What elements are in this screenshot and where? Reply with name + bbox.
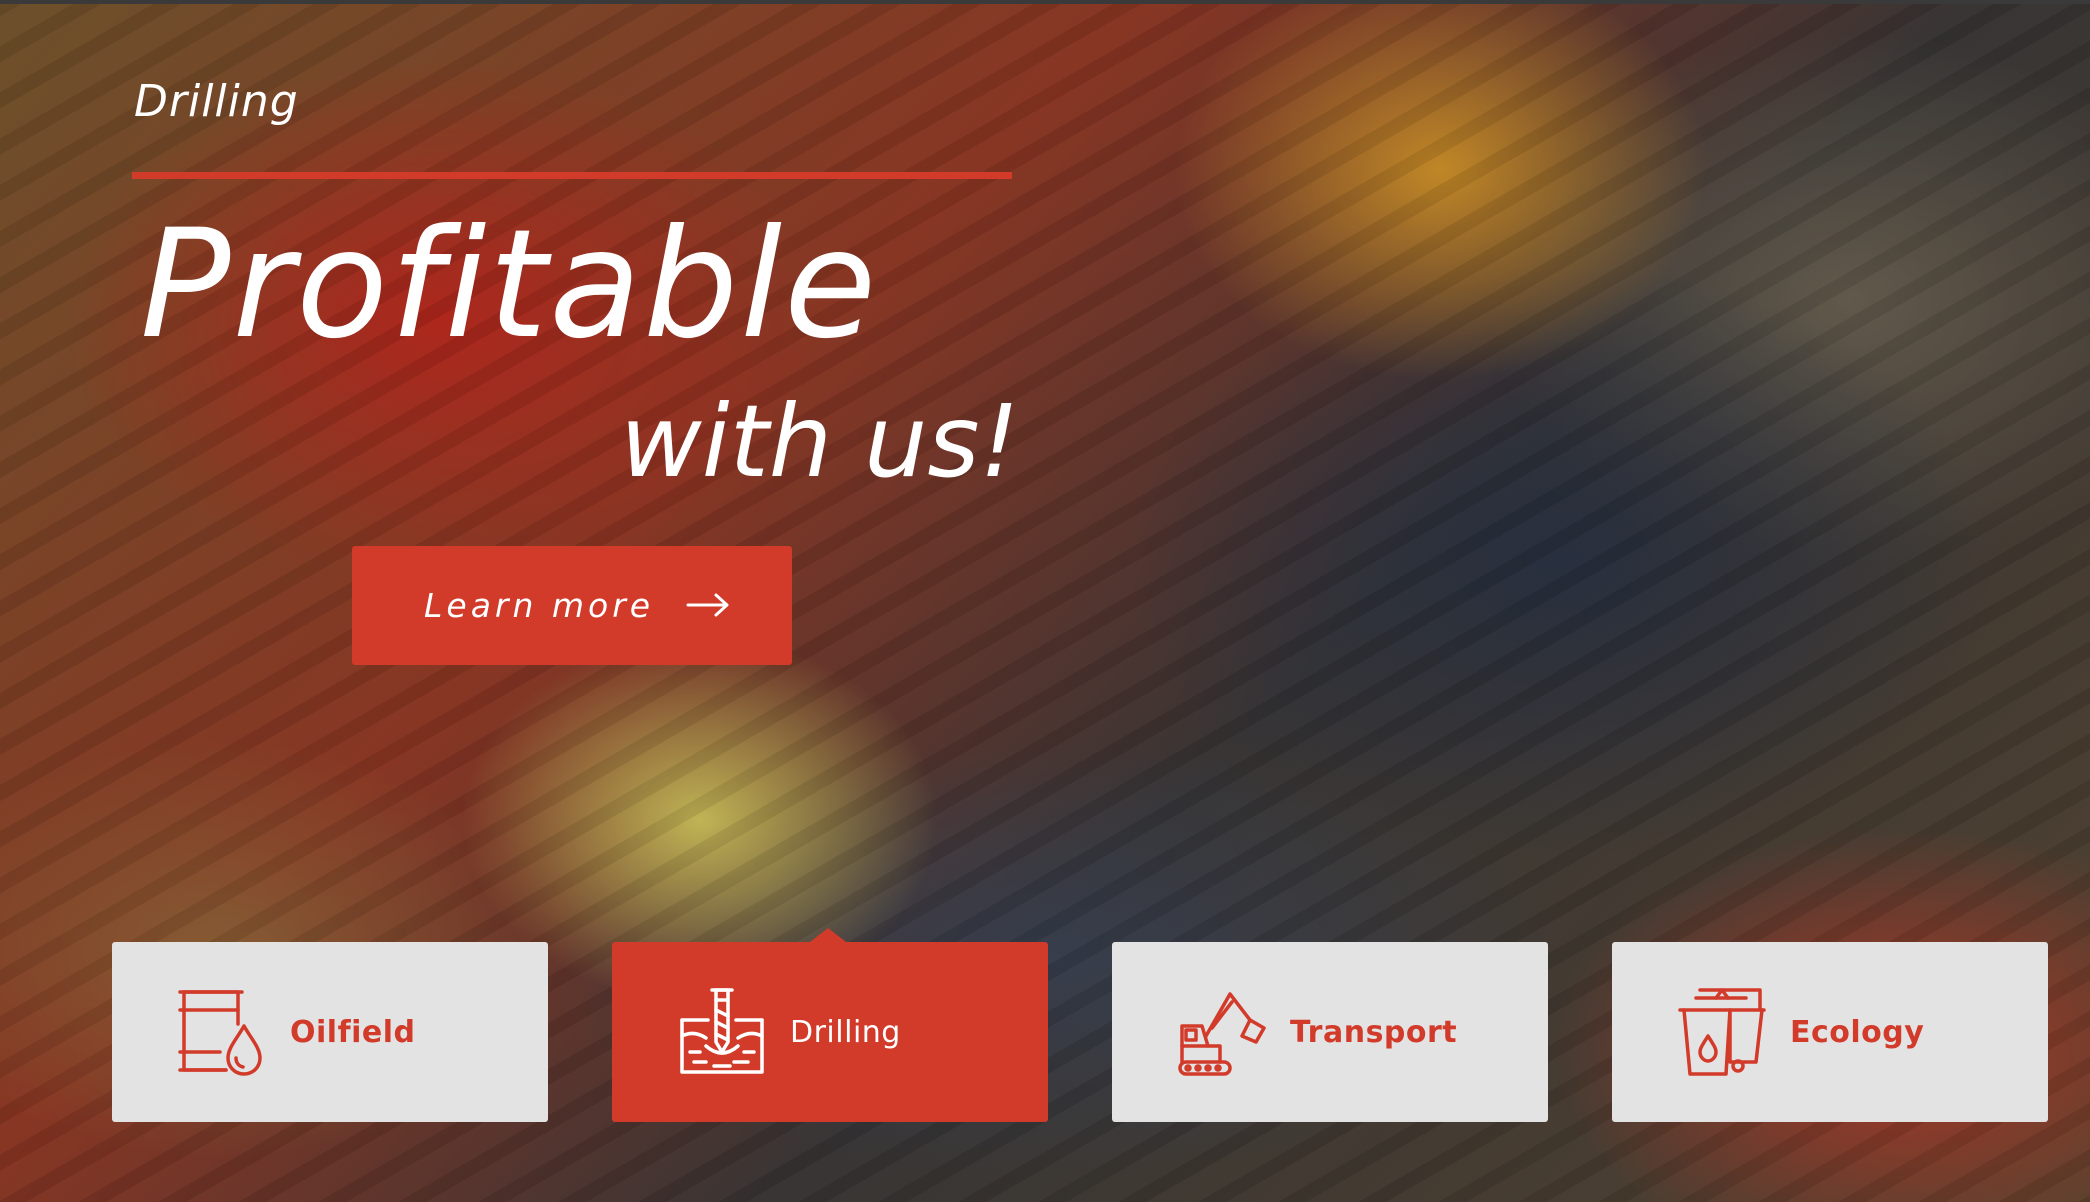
card-transport-label: Transport [1290,1014,1458,1050]
card-drilling[interactable]: Drilling [612,928,1048,1122]
hero-eyebrow: Drilling [134,76,299,127]
category-cards: Oilfield Drilling Transport Ecology [112,928,2048,1122]
excavator-icon [1178,992,1266,1076]
waste-bin-icon [1678,988,1766,1076]
hero-headline-line2: with us! [620,383,1020,500]
arrow-right-icon [686,593,729,617]
learn-more-label: Learn more [424,586,655,625]
oil-barrel-drop-icon [178,990,262,1076]
card-ecology[interactable]: Ecology [1612,942,2048,1122]
eyebrow-underline [132,172,1012,179]
hero-section: Drilling Profitable with us! Learn more [0,0,2090,1202]
card-oilfield[interactable]: Oilfield [112,942,548,1122]
card-transport[interactable]: Transport [1112,942,1548,1122]
hero-headline-line1: Profitable [140,198,879,372]
card-ecology-label: Ecology [1790,1014,1925,1050]
drill-ground-icon [680,988,764,1074]
card-oilfield-label: Oilfield [290,1014,416,1050]
learn-more-button[interactable]: Learn more [352,546,792,665]
card-drilling-label: Drilling [790,1014,901,1050]
